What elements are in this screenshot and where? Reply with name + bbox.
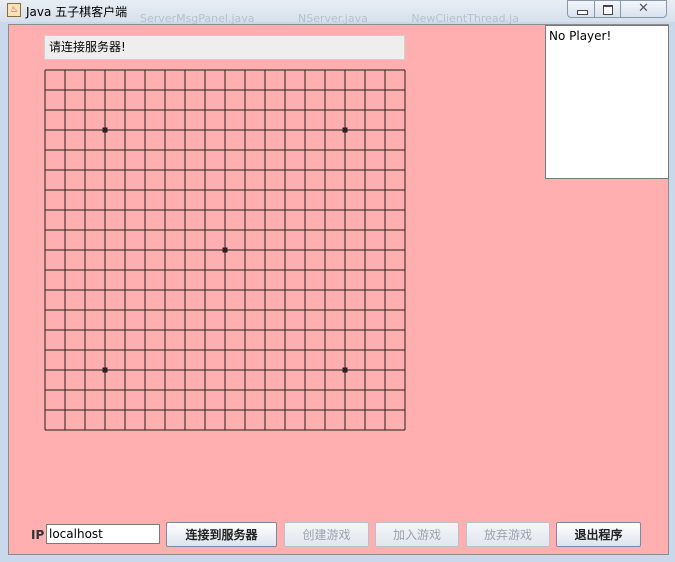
java-app-icon: ♨	[7, 3, 21, 17]
window-title: Java 五子棋客户端	[26, 5, 128, 19]
close-button[interactable]: ✕	[620, 0, 667, 18]
close-icon: ✕	[638, 1, 649, 16]
player-list-item: No Player!	[549, 29, 612, 43]
ip-input[interactable]	[46, 524, 160, 544]
abandon-game-button[interactable]: 放弃游戏	[466, 522, 550, 547]
player-list[interactable]: No Player!	[545, 25, 669, 179]
board-star-point	[342, 367, 348, 373]
join-game-button[interactable]: 加入游戏	[375, 522, 459, 547]
create-game-button[interactable]: 创建游戏	[284, 522, 369, 547]
exit-button[interactable]: 退出程序	[556, 522, 641, 547]
title-bar[interactable]: ♨ Java 五子棋客户端 ServerMsgPanel.java NServe…	[0, 0, 675, 25]
gomoku-board[interactable]	[40, 65, 410, 435]
minimize-button[interactable]	[567, 0, 595, 18]
board-star-point	[102, 367, 108, 373]
maximize-button[interactable]	[594, 0, 621, 18]
ip-label: IP	[31, 528, 45, 542]
status-message: 请连接服务器!	[44, 35, 405, 60]
connect-button[interactable]: 连接到服务器	[166, 522, 277, 547]
board-star-point	[102, 127, 108, 133]
board-star-point	[342, 127, 348, 133]
board-star-point	[222, 247, 228, 253]
app-window: ♨ Java 五子棋客户端 ServerMsgPanel.java NServe…	[0, 0, 675, 562]
